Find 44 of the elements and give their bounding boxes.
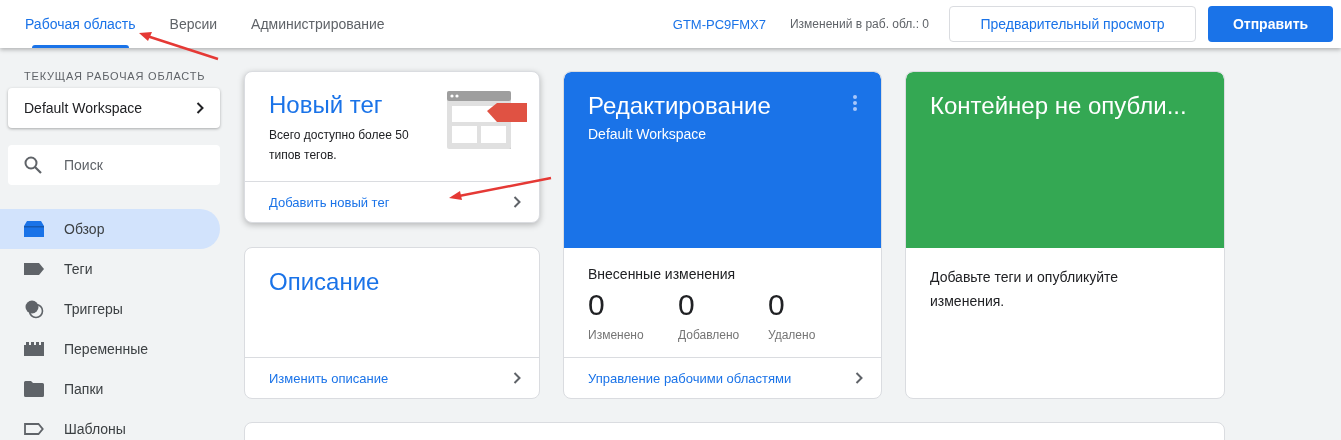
folder-icon: [24, 381, 44, 397]
card-title: Редактирование: [588, 92, 771, 120]
stat-label: Удалено: [768, 328, 817, 342]
status-text: Добавьте теги и опубликуйте изменения.: [929, 268, 1120, 311]
workspace-selector[interactable]: Default Workspace: [8, 88, 220, 128]
blocks-icon: [24, 342, 44, 356]
more-options-icon[interactable]: [853, 95, 857, 111]
tray-icon: [24, 221, 44, 237]
container-id[interactable]: GTM-PC9FMX7: [672, 16, 766, 32]
sidebar-item[interactable]: Переменные: [0, 329, 220, 369]
workspace-name: Default Workspace: [588, 126, 707, 142]
section-label: ТЕКУЩАЯ РАБОЧАЯ ОБЛАСТЬ: [24, 70, 207, 82]
stat-value: 0: [678, 288, 696, 322]
preview-button[interactable]: Предварительный просмотр: [949, 6, 1196, 42]
edit-description-link[interactable]: Изменить описание: [245, 357, 539, 398]
nav-tab[interactable]: Администрирование: [251, 0, 385, 48]
stat-value: 0: [588, 288, 606, 322]
workspace-changes-count: Изменений в раб. обл.: 0: [790, 17, 929, 31]
chevron-right-icon: [196, 102, 204, 114]
search-field[interactable]: Поиск: [8, 145, 220, 185]
tag-icon: [24, 263, 44, 275]
stat-label: Добавлено: [678, 328, 740, 342]
card-description: Всего доступно более 50 типов тегов.: [269, 127, 409, 164]
stat-value: 0: [768, 288, 786, 322]
stat-label: Изменено: [588, 328, 645, 342]
card-title: Новый тег: [269, 91, 384, 119]
sidebar-item[interactable]: Триггеры: [0, 289, 220, 329]
card-title: Описание: [269, 268, 381, 296]
chevron-right-icon: [513, 196, 521, 208]
chevron-right-icon: [855, 372, 863, 384]
nav-tab[interactable]: Рабочая область: [25, 0, 136, 48]
changes-heading: Внесенные изменения: [588, 266, 737, 282]
tag-outline-icon: [24, 423, 44, 435]
sidebar-item[interactable]: Теги: [0, 249, 220, 289]
chevron-right-icon: [513, 372, 521, 384]
sidebar-item[interactable]: Папки: [0, 369, 220, 409]
manage-workspaces-link[interactable]: Управление рабочими областями: [564, 357, 881, 398]
submit-button[interactable]: Отправить: [1208, 6, 1333, 42]
card-title: Контейнер не опубли...: [930, 92, 1188, 120]
overlapping-circles-icon: [24, 299, 44, 319]
nav-tab[interactable]: Версии: [169, 0, 218, 48]
tag-browser-icon: [447, 91, 527, 149]
sidebar-item[interactable]: Шаблоны: [0, 409, 220, 440]
sidebar-item[interactable]: Обзор: [0, 209, 220, 249]
